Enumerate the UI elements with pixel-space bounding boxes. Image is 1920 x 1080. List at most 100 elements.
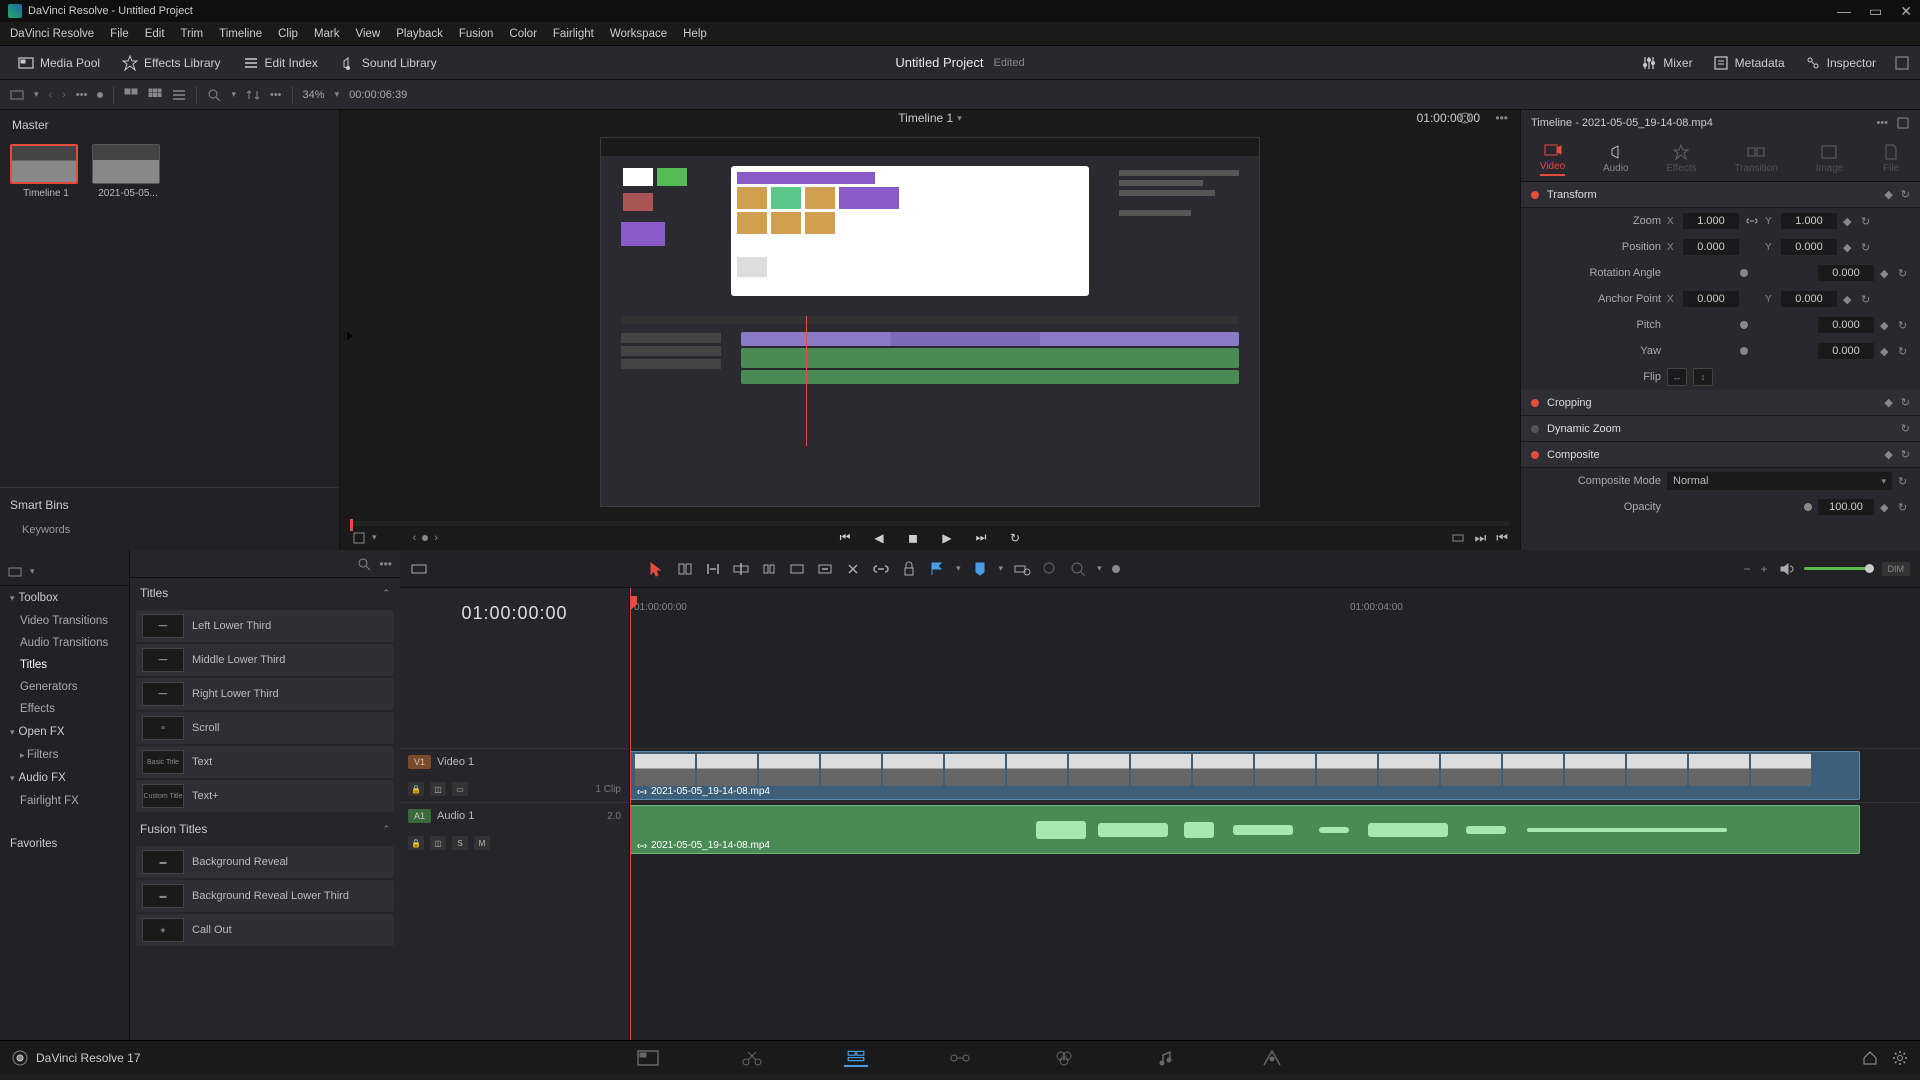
reset-icon[interactable]: ↻ [1901, 188, 1910, 201]
reset-icon[interactable]: ↻ [1901, 396, 1910, 409]
expand-icon[interactable] [1896, 116, 1910, 130]
flag-chevron-icon[interactable]: ▾ [956, 563, 961, 574]
anchor-x-input[interactable] [1683, 291, 1739, 307]
arrow-tool-icon[interactable] [648, 560, 666, 578]
fusion-title-item[interactable]: ▬Background Reveal Lower Third [136, 880, 394, 912]
overwrite-icon[interactable] [788, 560, 806, 578]
tl-view-icon[interactable] [410, 560, 428, 578]
composite-enable-dot[interactable] [1531, 451, 1539, 459]
media-pool-button[interactable]: Media Pool [10, 51, 108, 75]
kf-icon[interactable]: ◆ [1880, 319, 1892, 331]
zoom-out-icon[interactable]: − [1743, 562, 1750, 576]
play-icon[interactable]: ▶ [938, 529, 956, 547]
search-icon[interactable] [207, 88, 221, 102]
reset-icon[interactable]: ↻ [1861, 215, 1873, 227]
edit-index-button[interactable]: Edit Index [235, 51, 326, 75]
edit-page-icon[interactable] [844, 1049, 868, 1067]
lock-icon[interactable] [900, 560, 918, 578]
ellipse-icon[interactable] [1458, 111, 1472, 125]
close-icon[interactable]: ✕ [1900, 3, 1912, 20]
yaw-input[interactable] [1818, 343, 1874, 359]
reset-icon[interactable]: ↻ [1901, 422, 1910, 435]
viewer-more-icon[interactable]: ••• [1495, 111, 1508, 125]
nav-effects[interactable]: Effects [0, 698, 129, 720]
viewer-canvas[interactable] [600, 137, 1260, 507]
expand-left-icon[interactable] [344, 330, 356, 342]
gear-icon[interactable] [1892, 1050, 1908, 1066]
loop-icon[interactable]: ↻ [1006, 529, 1024, 547]
metadata-button[interactable]: Metadata [1705, 51, 1793, 75]
video-track-badge[interactable]: V1 [408, 755, 431, 769]
reset-icon[interactable]: ↻ [1898, 319, 1910, 331]
sound-library-button[interactable]: Sound Library [332, 51, 445, 75]
nav-titles[interactable]: Titles [0, 654, 129, 676]
anchor-y-input[interactable] [1781, 291, 1837, 307]
chevron-down-icon[interactable]: ▾ [34, 89, 39, 100]
search-timeline-icon[interactable] [1013, 560, 1031, 578]
reset-icon[interactable]: ↻ [1898, 475, 1910, 487]
blade-icon[interactable] [844, 560, 862, 578]
composite-mode-select[interactable]: Normal ▾ [1667, 472, 1892, 490]
effects-library-button[interactable]: Effects Library [114, 51, 228, 75]
mute-button[interactable]: M [474, 836, 490, 850]
search-chevron-icon[interactable]: ▾ [231, 89, 236, 100]
title-item[interactable]: ━━Right Lower Third [136, 678, 394, 710]
speaker-icon[interactable] [1778, 560, 1796, 578]
menu-fusion[interactable]: Fusion [459, 28, 494, 40]
favorites-header[interactable]: Favorites [0, 832, 129, 856]
timeline-ruler[interactable]: 01:00:00:00 01:00:04:00 [630, 588, 1920, 638]
bin-view-icon[interactable] [10, 88, 24, 102]
nav-fwd-icon[interactable]: › [62, 89, 66, 101]
marker-icon[interactable] [971, 560, 989, 578]
audio-track-lane[interactable]: 2021-05-05_19-14-08.mp4 [630, 802, 1920, 856]
last-frame-icon[interactable]: ⏭ [972, 529, 990, 547]
reset-icon[interactable]: ↻ [1861, 293, 1873, 305]
match-frame-icon[interactable] [1451, 531, 1465, 545]
menu-color[interactable]: Color [509, 28, 536, 40]
lock-track-icon[interactable]: 🔒 [408, 836, 424, 850]
auto-select-icon[interactable]: ◫ [430, 836, 446, 850]
menu-trim[interactable]: Trim [181, 28, 204, 40]
title-item[interactable]: Basic TitleText [136, 746, 394, 778]
audio-track-badge[interactable]: A1 [408, 809, 431, 823]
smart-bins-header[interactable]: Smart Bins [10, 498, 329, 512]
deliver-page-icon[interactable] [1260, 1049, 1284, 1067]
menu-file[interactable]: File [110, 28, 129, 40]
stop-icon[interactable]: ◼ [904, 529, 922, 547]
pitch-input[interactable] [1818, 317, 1874, 333]
composite-section[interactable]: Composite ◆↻ [1521, 442, 1920, 468]
dim-button[interactable]: DIM [1882, 562, 1911, 576]
menu-mark[interactable]: Mark [314, 28, 340, 40]
nav-fairlight-fx[interactable]: Fairlight FX [0, 790, 129, 812]
inspector-more-icon[interactable]: ••• [1876, 117, 1888, 129]
zoom-icon[interactable] [1069, 560, 1087, 578]
kf-icon[interactable]: ◆ [1880, 267, 1892, 279]
kf-icon[interactable]: ◆ [1843, 241, 1855, 253]
replace-icon[interactable] [816, 560, 834, 578]
media-item-timeline[interactable]: Timeline 1 [10, 144, 82, 199]
link-icon[interactable] [872, 560, 890, 578]
prev-edit-icon[interactable]: ⏮ [1496, 530, 1508, 546]
search-icon[interactable] [357, 557, 371, 571]
rotation-input[interactable] [1818, 265, 1874, 281]
more-icon[interactable]: ••• [76, 89, 88, 101]
smart-bin-keywords[interactable]: Keywords [10, 520, 329, 540]
nav-back-icon[interactable]: ‹ [49, 89, 53, 101]
next-edit-icon[interactable]: ⏭ [1475, 530, 1487, 546]
menu-playback[interactable]: Playback [396, 28, 443, 40]
first-frame-icon[interactable]: ⏮ [836, 529, 854, 547]
transform-enable-dot[interactable] [1531, 191, 1539, 199]
reset-icon[interactable]: ↻ [1898, 501, 1910, 513]
media-item-clip[interactable]: 2021-05-05... [92, 144, 164, 199]
dynamic-trim-icon[interactable] [704, 560, 722, 578]
reset-icon[interactable]: ↻ [1861, 241, 1873, 253]
menu-edit[interactable]: Edit [145, 28, 165, 40]
trim-tool-icon[interactable] [676, 560, 694, 578]
chevron-down-icon[interactable]: ▾ [30, 566, 35, 577]
opacity-input[interactable] [1818, 499, 1874, 515]
zoom-x-input[interactable] [1683, 213, 1739, 229]
more-icon[interactable]: ••• [379, 557, 392, 571]
reset-icon[interactable]: ↻ [1898, 267, 1910, 279]
viewer-title[interactable]: Timeline 1 [898, 111, 953, 125]
playhead[interactable] [630, 588, 631, 1040]
